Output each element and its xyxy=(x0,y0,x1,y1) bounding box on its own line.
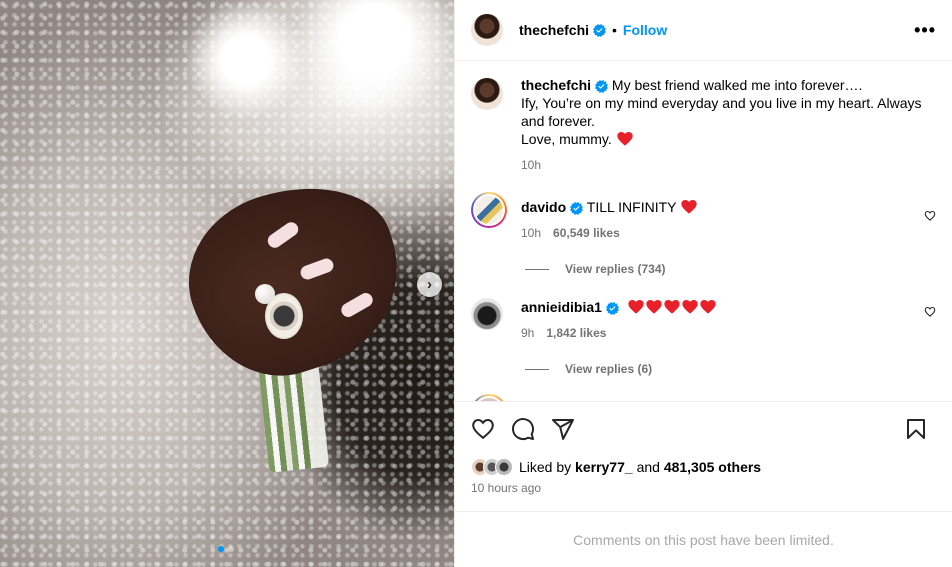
comment-time: 10h xyxy=(521,226,542,240)
comment-meta: 9h 1,842 likes xyxy=(521,326,936,340)
comment-item: annieidibia1 9h 1,842 likes xyxy=(471,296,936,340)
comment-username[interactable]: annieidibia1 xyxy=(521,299,602,315)
liked-by-user[interactable]: kerry77_ xyxy=(575,459,633,475)
view-replies-button[interactable]: View replies (734) xyxy=(525,262,936,276)
post-timestamp[interactable]: 10 hours ago xyxy=(471,481,936,495)
replies-divider-line xyxy=(525,368,549,370)
replies-divider-line xyxy=(525,268,549,270)
comment-body: davido TILL INFINITY 10h 60,549 likes xyxy=(521,192,936,240)
caption-time: 10h xyxy=(521,158,542,172)
liked-by-summary: Liked by kerry77_ and 481,305 others xyxy=(471,458,936,476)
comments-limited-notice: Comments on this post have been limited. xyxy=(455,511,952,567)
caption-username[interactable]: thechefchi xyxy=(521,77,591,93)
verified-badge-icon xyxy=(605,301,619,315)
carousel-dot-active xyxy=(218,546,224,552)
photo-locket-charm xyxy=(265,293,303,339)
post-panel: thechefchi • Follow ••• thechefchi My be… xyxy=(454,0,952,567)
commenter-avatar xyxy=(473,194,505,226)
follow-button[interactable]: Follow xyxy=(623,22,667,38)
verified-badge-icon xyxy=(593,23,607,37)
chevron-right-icon: › xyxy=(427,276,432,293)
carousel-dot xyxy=(228,546,234,552)
carousel-next-button[interactable]: › xyxy=(417,272,442,297)
story-ring-avatar[interactable] xyxy=(471,192,507,228)
post-photo: › xyxy=(0,0,454,567)
liked-by-others[interactable]: 481,305 others xyxy=(664,459,761,475)
verified-badge-icon xyxy=(595,79,609,93)
author-avatar[interactable] xyxy=(471,14,503,46)
caption-body: thechefchi My best friend walked me into… xyxy=(521,76,936,172)
liked-by-prefix: Liked by xyxy=(519,459,572,475)
author-avatar[interactable] xyxy=(471,78,503,110)
view-replies-button[interactable]: View replies (6) xyxy=(525,362,936,376)
comment-text: annieidibia1 xyxy=(521,298,936,316)
red-heart-emoji-icon xyxy=(646,300,662,314)
speech-bubble-icon[interactable] xyxy=(511,417,535,441)
comment-item-partial xyxy=(471,394,936,401)
comment-likes[interactable]: 1,842 likes xyxy=(546,326,606,340)
caption-line-1: My best friend walked me into forever…. xyxy=(611,77,863,93)
liked-by-and: and xyxy=(636,459,660,475)
post-actions: Liked by kerry77_ and 481,305 others 10 … xyxy=(455,401,952,511)
comment-likes[interactable]: 60,549 likes xyxy=(553,226,620,240)
red-heart-emoji-icon xyxy=(682,300,698,314)
caption-meta: 10h xyxy=(521,158,936,172)
story-ring-avatar[interactable] xyxy=(471,394,507,401)
view-replies-label[interactable]: View replies (6) xyxy=(565,362,652,376)
red-heart-emoji-icon xyxy=(700,300,716,314)
red-heart-emoji-icon xyxy=(628,300,644,314)
commenter-avatar[interactable] xyxy=(471,298,503,330)
instagram-post: › thechefchi • Follow ••• thechefchi My … xyxy=(0,0,952,567)
caption-text: thechefchi My best friend walked me into… xyxy=(521,76,936,148)
caption-line-2: Ify, You’re on my mind everyday and you … xyxy=(521,95,922,129)
view-replies-label[interactable]: View replies (734) xyxy=(565,262,666,276)
comment-hearts xyxy=(627,299,717,315)
paper-plane-icon[interactable] xyxy=(551,417,575,441)
red-heart-emoji-icon xyxy=(664,300,680,314)
liker-avatar[interactable] xyxy=(495,458,513,476)
author-username[interactable]: thechefchi xyxy=(519,22,589,38)
comment-time: 9h xyxy=(521,326,535,340)
verified-badge-icon xyxy=(570,201,584,215)
header-separator: • xyxy=(612,22,617,38)
more-options-icon[interactable]: ••• xyxy=(914,20,936,41)
liker-avatars xyxy=(471,458,513,476)
comment-like-heart-icon[interactable] xyxy=(924,306,936,318)
comment-like-heart-icon[interactable] xyxy=(924,210,936,222)
caption-line-3: Love, mummy. xyxy=(521,131,612,147)
action-icon-row xyxy=(471,402,936,456)
comment-text: davido TILL INFINITY xyxy=(521,198,936,216)
red-heart-emoji-icon xyxy=(681,200,697,214)
comments-list[interactable]: thechefchi My best friend walked me into… xyxy=(455,61,952,401)
comment-username[interactable]: davido xyxy=(521,199,566,215)
comment-meta: 10h 60,549 likes xyxy=(521,226,936,240)
comment-message: TILL INFINITY xyxy=(586,199,677,215)
post-header: thechefchi • Follow ••• xyxy=(455,0,952,61)
comment-item: davido TILL INFINITY 10h 60,549 likes xyxy=(471,192,936,240)
red-heart-emoji-icon xyxy=(617,132,633,146)
post-caption: thechefchi My best friend walked me into… xyxy=(471,76,936,172)
carousel-dots xyxy=(218,546,234,552)
heart-outline-icon[interactable] xyxy=(471,417,495,441)
bookmark-icon[interactable] xyxy=(904,417,928,441)
comment-body: annieidibia1 9h 1,842 likes xyxy=(521,296,936,340)
